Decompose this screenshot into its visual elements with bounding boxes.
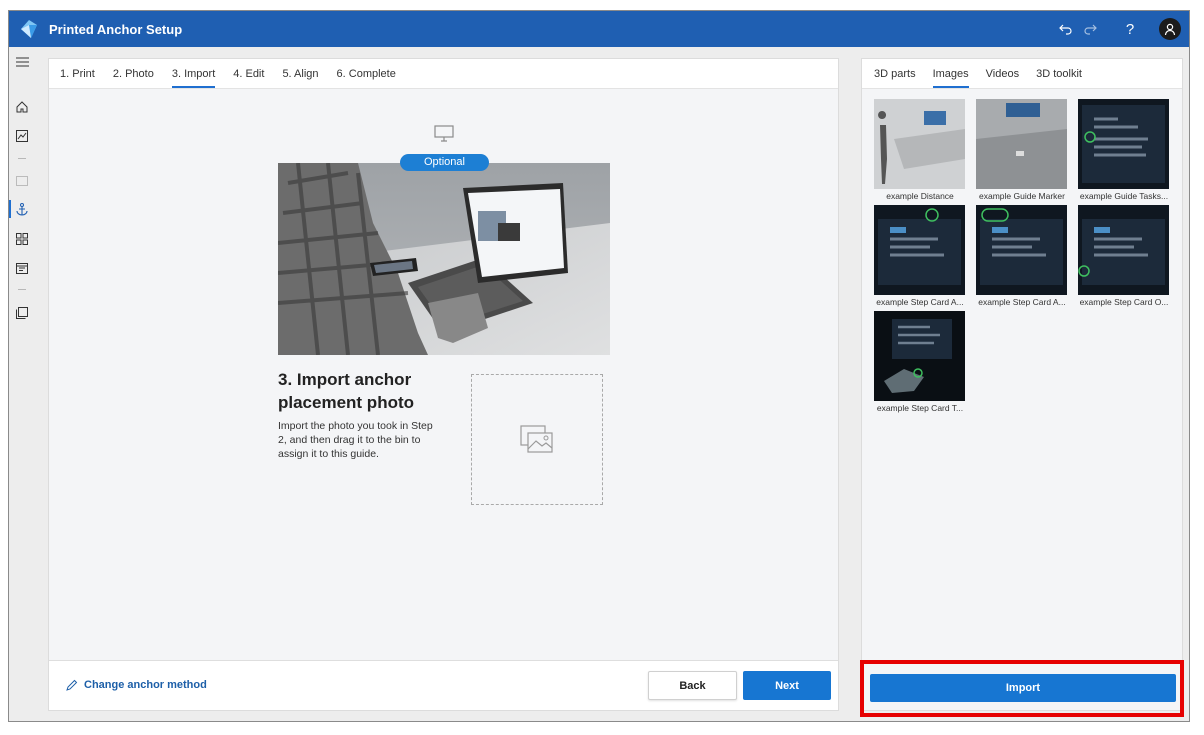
pencil-icon <box>66 679 78 691</box>
thumbnail-caption: example Step Card A... <box>978 297 1066 307</box>
hero-image <box>278 163 610 355</box>
account-icon[interactable] <box>1159 18 1181 40</box>
step-tabs: 1. Print 2. Photo 3. Import 4. Edit 5. A… <box>49 59 838 89</box>
image-thumbnail[interactable]: example Step Card A... <box>976 205 1068 307</box>
home-icon[interactable] <box>9 97 35 117</box>
help-icon[interactable]: ? <box>1119 18 1141 40</box>
thumbnail-image <box>874 99 965 189</box>
image-placeholder-icon <box>520 424 553 453</box>
layout-icon[interactable] <box>9 258 35 278</box>
image-thumbnail[interactable]: example Distance <box>874 99 966 201</box>
image-thumbnail[interactable]: example Step Card O... <box>1078 205 1170 307</box>
thumbnail-image <box>1078 205 1169 295</box>
tab-images[interactable]: Images <box>932 59 969 89</box>
thumbnail-image <box>874 205 965 295</box>
step-complete[interactable]: 6. Complete <box>337 59 396 89</box>
footer-bar: Change anchor method Back Next <box>49 660 838 710</box>
undo-icon[interactable] <box>1055 18 1077 40</box>
library-icon[interactable] <box>9 303 35 323</box>
card-icon[interactable] <box>9 171 35 191</box>
change-anchor-method-link[interactable]: Change anchor method <box>66 679 207 691</box>
analytics-icon[interactable] <box>9 126 35 146</box>
image-thumbnail[interactable]: example Step Card T... <box>874 311 966 413</box>
thumbnail-caption: example Guide Tasks... <box>1079 191 1169 201</box>
thumbnail-image <box>1078 99 1169 189</box>
side-tabs: 3D parts Images Videos 3D toolkit <box>862 59 1182 89</box>
image-thumbnail[interactable]: example Guide Tasks... <box>1078 99 1170 201</box>
step-align[interactable]: 5. Align <box>282 59 318 89</box>
tab-3d-toolkit[interactable]: 3D toolkit <box>1036 59 1082 89</box>
tab-3d-parts[interactable]: 3D parts <box>874 59 916 89</box>
thumbnail-caption: example Step Card A... <box>876 297 964 307</box>
title-actions: ? <box>1055 11 1189 47</box>
rail-divider <box>18 158 26 159</box>
left-rail <box>9 47 35 721</box>
side-panel: 3D parts Images Videos 3D toolkit exampl… <box>861 58 1183 711</box>
main-panel: 1. Print 2. Photo 3. Import 4. Edit 5. A… <box>48 58 839 711</box>
app-logo <box>9 11 49 47</box>
thumbnail-caption: example Distance <box>886 191 954 201</box>
monitor-icon <box>434 125 454 148</box>
image-thumbnail[interactable]: example Step Card A... <box>874 205 966 307</box>
thumbnail-caption: example Guide Marker <box>979 191 1065 201</box>
thumbnail-image <box>976 205 1067 295</box>
image-thumbnail[interactable]: example Guide Marker <box>976 99 1068 201</box>
rail-divider <box>18 289 26 290</box>
redo-icon[interactable] <box>1079 18 1101 40</box>
thumbnail-caption: example Step Card T... <box>876 403 964 413</box>
back-button[interactable]: Back <box>648 671 737 700</box>
grid-icon[interactable] <box>9 229 35 249</box>
next-button[interactable]: Next <box>743 671 831 700</box>
app-title: Printed Anchor Setup <box>49 21 183 37</box>
import-button[interactable]: Import <box>870 674 1176 702</box>
thumbnail-image <box>874 311 965 401</box>
step-import[interactable]: 3. Import <box>171 59 216 89</box>
anchor-icon[interactable] <box>9 199 35 219</box>
image-drop-bin[interactable] <box>471 374 603 505</box>
optional-badge: Optional <box>400 154 489 171</box>
thumbnail-image <box>976 99 1067 189</box>
thumbnail-caption: example Step Card O... <box>1079 297 1169 307</box>
title-bar: Printed Anchor Setup ? <box>9 11 1189 47</box>
step-photo[interactable]: 2. Photo <box>113 59 154 89</box>
tab-videos[interactable]: Videos <box>986 59 1019 89</box>
hamburger-icon[interactable] <box>9 52 35 72</box>
app-window: Printed Anchor Setup ? 1. Print 2. Photo… <box>8 10 1190 722</box>
page-title: 3. Import anchor placement photo <box>278 370 415 412</box>
page-description: Import the photo you took in Step 2, and… <box>278 420 433 460</box>
step-print[interactable]: 1. Print <box>60 59 95 89</box>
change-anchor-method-label: Change anchor method <box>84 679 207 691</box>
step-edit[interactable]: 4. Edit <box>233 59 264 89</box>
